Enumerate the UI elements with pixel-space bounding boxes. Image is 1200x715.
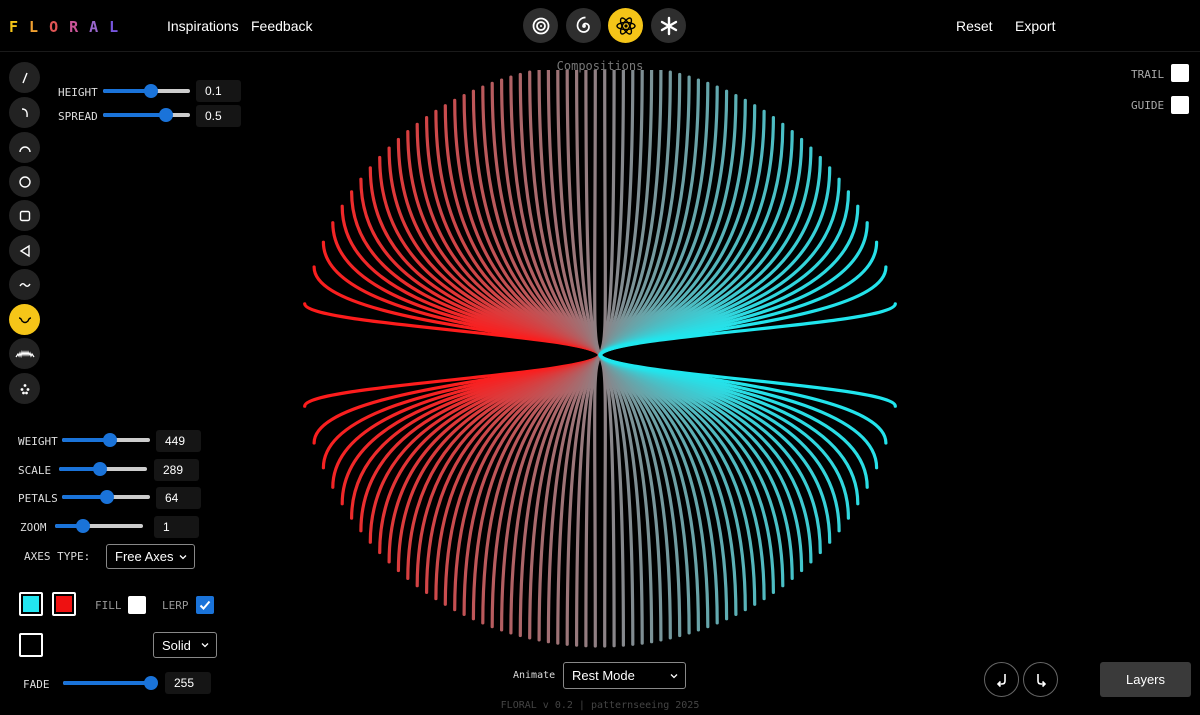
tool-smile-curve-button[interactable] [9, 304, 40, 335]
petals-label: PETALS [18, 492, 58, 505]
app-logo: FLORAL [9, 18, 129, 36]
height-value[interactable]: 0.1 [196, 80, 241, 102]
atom-icon [615, 16, 636, 35]
petal-stroke [471, 89, 602, 621]
axes-type-select[interactable]: Free Axes [106, 544, 195, 569]
undo-arrow-icon [996, 673, 1006, 687]
animate-mode-value: Rest Mode [572, 668, 635, 683]
asterisk-icon [660, 16, 677, 35]
logo-letter: A [89, 18, 110, 36]
tool-circle-button[interactable] [9, 166, 40, 197]
weight-label: WEIGHT [18, 435, 58, 448]
height-slider[interactable] [103, 83, 190, 99]
fade-label: FADE [23, 678, 50, 691]
sparkle-icon [20, 383, 29, 394]
tool-wave-button[interactable] [9, 269, 40, 300]
inspirations-link[interactable]: Inspirations [167, 18, 239, 34]
lerp-checkbox[interactable] [196, 596, 214, 614]
stroke-color-swatch[interactable] [19, 633, 43, 657]
line-style-select[interactable]: Solid [153, 632, 217, 658]
tool-triangle-button[interactable] [9, 235, 40, 266]
animate-label: Animate [513, 670, 556, 681]
triangle-icon [19, 244, 30, 257]
curve-icon [21, 107, 28, 117]
fill-label: FILL [95, 599, 122, 612]
fill-checkbox[interactable] [128, 596, 146, 614]
tool-square-button[interactable] [9, 200, 40, 231]
petals-value[interactable]: 64 [156, 487, 201, 509]
height-label: HEIGHT [58, 86, 98, 99]
trail-label: TRAIL [1131, 68, 1165, 81]
petal-stroke [598, 94, 738, 616]
logo-letter: L [29, 18, 50, 36]
smile-curve-icon [18, 316, 31, 323]
chevron-down-icon [179, 554, 187, 559]
circle-icon [18, 175, 31, 188]
tool-arc-button[interactable] [9, 132, 40, 163]
petal-stroke [490, 81, 602, 629]
chevron-down-icon [670, 673, 678, 678]
animate-mode-select[interactable]: Rest Mode [563, 662, 686, 689]
wave-icon [18, 282, 31, 287]
line-style-value: Solid [162, 637, 191, 653]
top-bar: FLORAL Inspirations Feedback Reset Expor… [0, 0, 1200, 52]
guide-checkbox[interactable] [1171, 96, 1189, 114]
petal-stroke [462, 94, 602, 616]
tool-sparkle-button[interactable] [9, 373, 40, 404]
guide-label: GUIDE [1131, 99, 1165, 112]
feedback-link[interactable]: Feedback [251, 18, 312, 34]
redo-button[interactable] [1023, 662, 1058, 697]
mode-spiral-button[interactable] [566, 8, 601, 43]
petal-stroke [598, 70, 654, 644]
scale-value[interactable]: 289 [154, 459, 199, 481]
petal-stroke [598, 81, 710, 629]
logo-letter: L [109, 18, 130, 36]
mode-asterisk-button[interactable] [651, 8, 686, 43]
floral-canvas[interactable] [270, 70, 930, 650]
petals-slider[interactable] [62, 489, 150, 505]
tool-curve-button[interactable] [9, 97, 40, 128]
logo-letter: O [49, 18, 70, 36]
tool-zigzag-button[interactable] [9, 338, 40, 369]
spiral-icon [576, 16, 590, 33]
axes-type-label: AXES TYPE: [24, 550, 91, 563]
primary-color-swatch[interactable] [19, 592, 43, 616]
concentric-icon [532, 17, 549, 34]
zoom-slider[interactable] [55, 518, 143, 534]
chevron-down-icon [201, 643, 209, 648]
trail-checkbox[interactable] [1171, 64, 1189, 82]
redo-arrow-icon [1036, 673, 1046, 687]
zoom-label: ZOOM [20, 521, 47, 534]
layers-button[interactable]: Layers [1100, 662, 1191, 697]
zoom-value[interactable]: 1 [154, 516, 199, 538]
footer-version: FLORAL v 0.2 | patternseeing 2025 [500, 700, 700, 711]
axes-type-value: Free Axes [115, 549, 174, 564]
fade-value[interactable]: 255 [165, 672, 211, 694]
reset-button[interactable]: Reset [956, 18, 993, 34]
fade-slider[interactable] [63, 675, 158, 691]
logo-letter: F [9, 18, 30, 36]
spread-label: SPREAD [58, 110, 98, 123]
export-button[interactable]: Export [1015, 18, 1055, 34]
checkmark-icon [199, 600, 211, 610]
zigzag-icon [15, 349, 34, 358]
spread-slider[interactable] [103, 107, 190, 123]
scale-slider[interactable] [59, 461, 147, 477]
petal-stroke [546, 70, 602, 644]
square-icon [19, 210, 30, 221]
petal-stroke [598, 89, 729, 621]
spread-value[interactable]: 0.5 [196, 105, 241, 127]
arc-icon [18, 145, 31, 152]
mode-atom-button[interactable] [608, 8, 643, 43]
weight-value[interactable]: 449 [156, 430, 201, 452]
secondary-color-swatch[interactable] [52, 592, 76, 616]
mode-concentric-button[interactable] [523, 8, 558, 43]
logo-letter: R [69, 18, 90, 36]
scale-label: SCALE [18, 464, 52, 477]
undo-button[interactable] [984, 662, 1019, 697]
lerp-label: LERP [162, 599, 189, 612]
weight-slider[interactable] [62, 432, 150, 448]
